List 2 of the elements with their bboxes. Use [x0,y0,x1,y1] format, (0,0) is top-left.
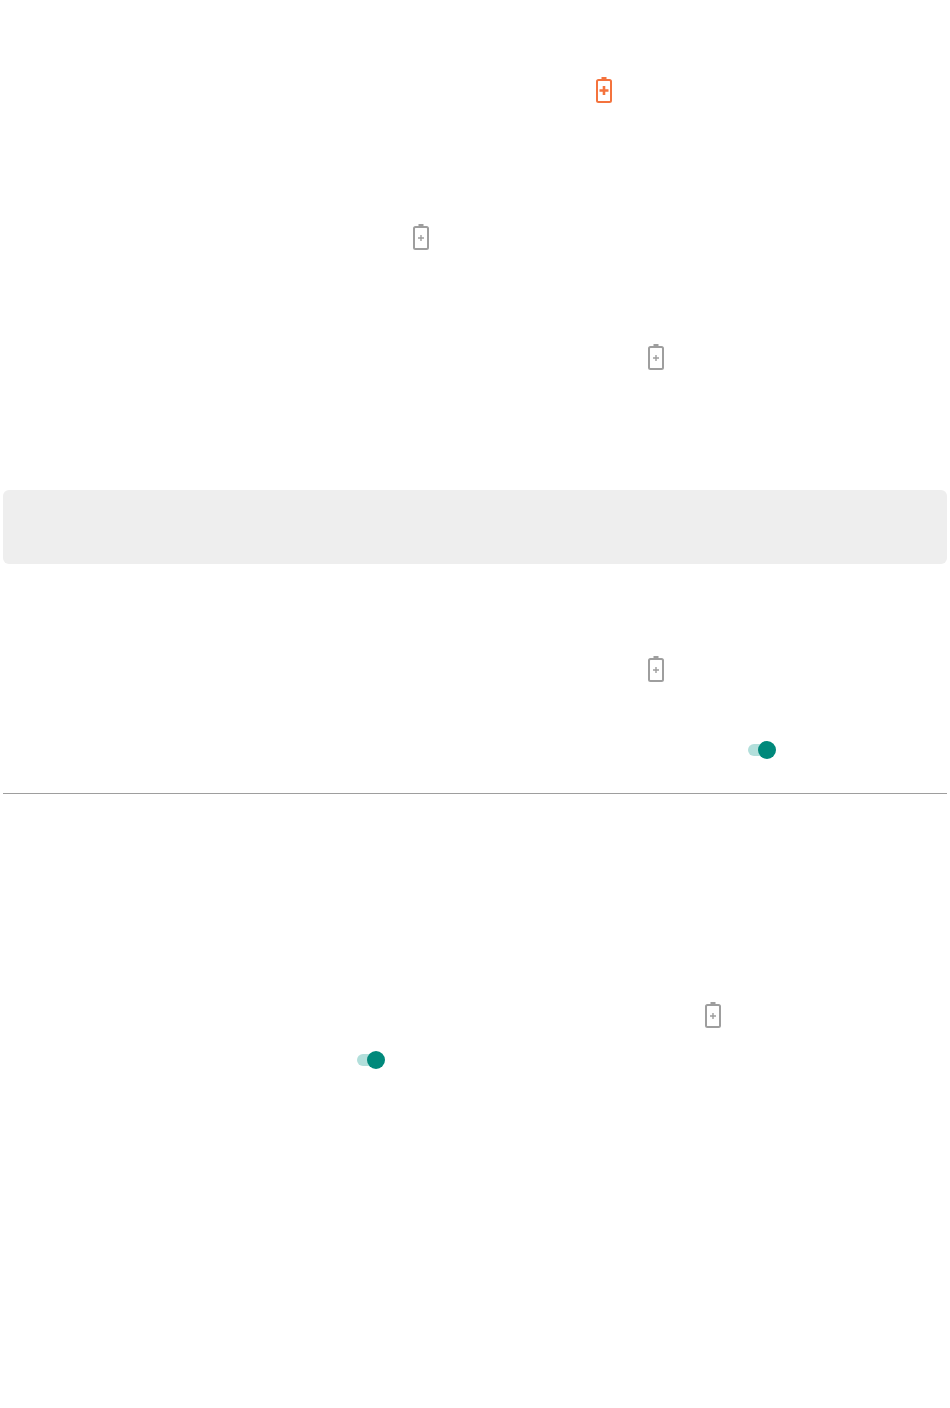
toggle-switch[interactable] [748,740,776,760]
toggle-switch[interactable] [357,1050,385,1070]
